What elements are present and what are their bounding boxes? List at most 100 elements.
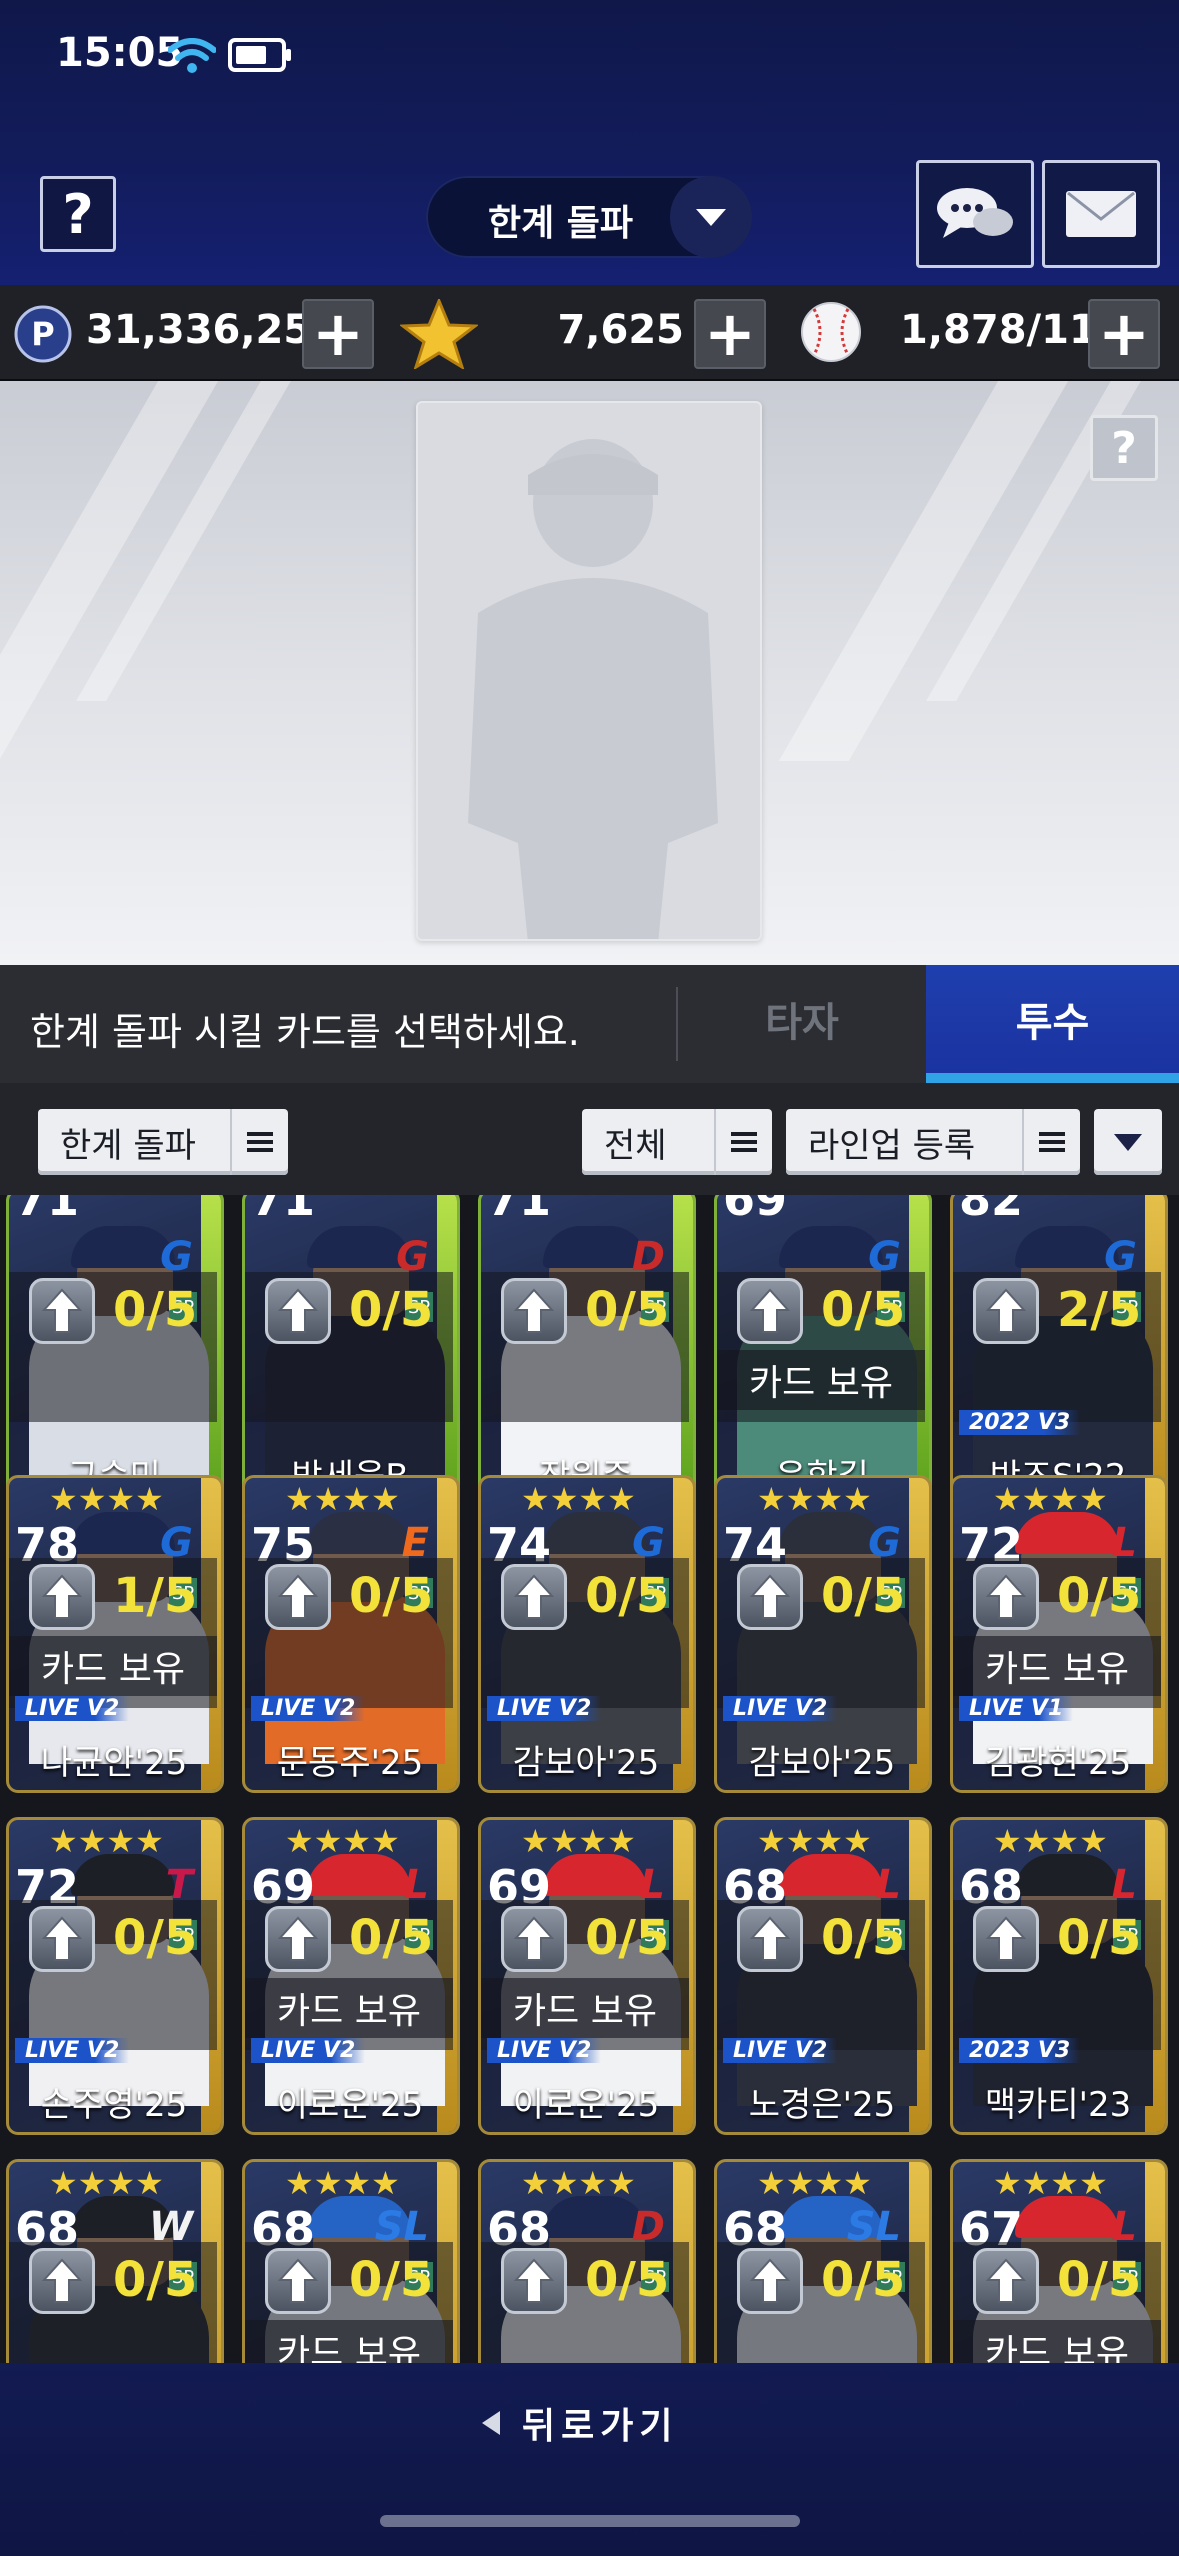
help-button[interactable]: ?	[40, 176, 116, 252]
breakthrough-count: 0/5	[1057, 1568, 1142, 1624]
all-filter-button[interactable]: 전체	[582, 1109, 772, 1175]
player-card[interactable]: L ★★★★ 69 SP 0/5 카드 보유 LIVE V2 이로운'25	[478, 1817, 696, 2135]
player-card[interactable]: L ★★★★ 68 SP 0/5 LIVE V2 노경은'25	[714, 1817, 932, 2135]
player-card[interactable]: G ★★★★ 78 SP 1/5 카드 보유 LIVE V2 나균안'25	[6, 1475, 224, 1793]
wifi-icon	[168, 38, 216, 73]
card-grid: G71SP0/5구승민G71SP0/5박세웅BD71SP0/5장원준G69SP0…	[0, 1195, 1179, 2363]
player-card[interactable]: L ★★★★ 69 SP 0/5 카드 보유 LIVE V2 이로운'25	[242, 1817, 460, 2135]
player-card[interactable]: L ★★★★ 68 SP 0/5 2023 V3 맥카티'23	[950, 1817, 1168, 2135]
all-filter-label: 전체	[604, 1125, 667, 1166]
lineup-filter-label: 라인업 등록	[808, 1125, 976, 1166]
card-version-label: LIVE V2	[723, 1696, 838, 1721]
sort-order-button[interactable]	[1094, 1109, 1162, 1175]
player-cap	[71, 1854, 175, 1896]
mode-filter-label: 한계 돌파	[60, 1125, 196, 1166]
preview-help-button[interactable]: ?	[1090, 415, 1158, 481]
menu-icon	[230, 1109, 288, 1175]
card-version-label: LIVE V1	[959, 1696, 1074, 1721]
overall-rating: 71	[251, 1195, 316, 1226]
upgrade-arrow-icon	[973, 1906, 1039, 1972]
triangle-down-icon	[1114, 1134, 1142, 1151]
player-card[interactable]: SL ★★★★ 68 SP 0/5	[714, 2159, 932, 2363]
bg-stripe	[0, 381, 242, 761]
upgrade-arrow-icon	[737, 1564, 803, 1630]
screen: 15:05 ? 한계 돌파 P 31,336,255 + 7,625 + 1,8…	[0, 0, 1179, 2556]
player-card[interactable]: G69SP0/5카드 보유윤학길	[714, 1195, 932, 1507]
player-cap	[779, 1854, 883, 1896]
player-card[interactable]: L ★★★★ 67 SP 0/5 카드 보유	[950, 2159, 1168, 2363]
star-rating: ★★★★	[993, 1822, 1108, 1860]
player-card[interactable]: G ★★★★ 74 SP 0/5 LIVE V2 감보아'25	[478, 1475, 696, 1793]
mail-button[interactable]	[1042, 160, 1160, 268]
breakthrough-count: 0/5	[585, 1282, 670, 1338]
player-card[interactable]: SL ★★★★ 68 SP 0/5 카드 보유	[242, 2159, 460, 2363]
stars-add-button[interactable]: +	[694, 299, 766, 369]
svg-text:P: P	[31, 315, 54, 353]
player-name: 나균안'25	[40, 1743, 188, 1783]
player-card[interactable]: G71SP0/5박세웅B	[242, 1195, 460, 1507]
points-value: 31,336,255	[86, 307, 340, 353]
breakthrough-count: 1/5	[113, 1568, 198, 1624]
star-icon	[400, 299, 478, 369]
top-bar: 15:05 ? 한계 돌파	[0, 0, 1179, 285]
menu-icon	[1022, 1109, 1080, 1175]
card-version-label: 2023 V3	[959, 2038, 1081, 2063]
player-card[interactable]: D71SP0/5장원준	[478, 1195, 696, 1507]
card-version-label: LIVE V2	[487, 1696, 602, 1721]
card-version-label: LIVE V2	[15, 2038, 130, 2063]
bg-stripe	[778, 381, 1092, 761]
player-name: 이로운'25	[512, 2085, 660, 2125]
bottom-bar: 뒤로가기	[0, 2363, 1179, 2556]
points-add-button[interactable]: +	[302, 299, 374, 369]
upgrade-arrow-icon	[501, 2248, 567, 2314]
upgrade-arrow-icon	[265, 1278, 331, 1344]
tab-batter[interactable]: 타자	[678, 965, 926, 1073]
card-preview-area: ?	[0, 381, 1179, 965]
upgrade-arrow-icon	[29, 2248, 95, 2314]
breakthrough-count: 0/5	[113, 2252, 198, 2308]
balls-add-button[interactable]: +	[1088, 299, 1160, 369]
breakthrough-count: 0/5	[821, 1282, 906, 1338]
player-card[interactable]: L ★★★★ 72 SP 0/5 카드 보유 LIVE V1 김광현'25	[950, 1475, 1168, 1793]
lineup-filter-button[interactable]: 라인업 등록	[786, 1109, 1080, 1175]
star-rating: ★★★★	[285, 2164, 400, 2202]
player-card[interactable]: T ★★★★ 72 SP 0/5 LIVE V2 손주영'25	[6, 1817, 224, 2135]
star-rating: ★★★★	[757, 1822, 872, 1860]
overall-rating: 71	[15, 1195, 80, 1226]
upgrade-arrow-icon	[973, 1278, 1039, 1344]
owned-label: 카드 보유	[245, 2320, 453, 2363]
player-cap	[1015, 1512, 1119, 1554]
star-rating: ★★★★	[285, 1480, 400, 1518]
envelope-icon	[1066, 191, 1136, 237]
upgrade-arrow-icon	[973, 1564, 1039, 1630]
owned-label: 카드 보유	[953, 2320, 1161, 2363]
player-card[interactable]: E ★★★★ 75 SP 0/5 LIVE V2 문동주'25	[242, 1475, 460, 1793]
back-button[interactable]: 뒤로가기	[482, 2393, 678, 2453]
owned-label: 카드 보유	[481, 1978, 689, 2038]
star-rating: ★★★★	[285, 1822, 400, 1860]
player-card[interactable]: G82SP2/52022 V3반즈S'22	[950, 1195, 1168, 1507]
star-rating: ★★★★	[521, 1822, 636, 1860]
card-version-label: 2022 V3	[959, 1410, 1081, 1435]
player-card[interactable]: W ★★★★ 68 SP 0/5	[6, 2159, 224, 2363]
player-card[interactable]: G71SP0/5구승민	[6, 1195, 224, 1507]
filter-bar: 한계 돌파 전체 라인업 등록	[0, 1083, 1179, 1195]
tab-pitcher[interactable]: 투수	[926, 965, 1179, 1083]
breakthrough-count: 0/5	[821, 1910, 906, 1966]
star-rating: ★★★★	[521, 1480, 636, 1518]
player-card[interactable]: D ★★★★ 68 SP 0/5	[478, 2159, 696, 2363]
player-name: 이로운'25	[276, 2085, 424, 2125]
player-card[interactable]: G ★★★★ 74 SP 0/5 LIVE V2 감보아'25	[714, 1475, 932, 1793]
chat-button[interactable]	[916, 160, 1034, 268]
mode-dropdown[interactable]: 한계 돌파	[426, 176, 752, 258]
mode-filter-button[interactable]: 한계 돌파	[38, 1109, 288, 1175]
upgrade-arrow-icon	[501, 1906, 567, 1972]
owned-label: 카드 보유	[953, 1636, 1161, 1696]
player-name: 손주영'25	[40, 2085, 188, 2125]
breakthrough-count: 0/5	[585, 1910, 670, 1966]
upgrade-arrow-icon	[265, 1906, 331, 1972]
empty-card-slot[interactable]	[416, 401, 762, 941]
overall-rating: 69	[723, 1195, 788, 1226]
menu-icon	[714, 1109, 772, 1175]
star-rating: ★★★★	[49, 1480, 164, 1518]
